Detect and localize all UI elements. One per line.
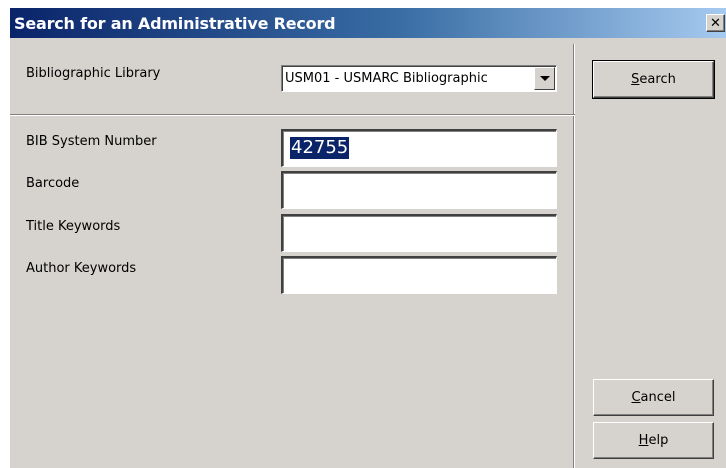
bib-system-number-input[interactable]: 42755	[281, 129, 557, 167]
search-button-hotkey: S	[631, 72, 640, 87]
chevron-down-icon	[539, 76, 550, 81]
bib-system-number-value: 42755	[290, 137, 350, 159]
window-title: Search for an Administrative Record	[14, 13, 336, 33]
barcode-label: Barcode	[26, 176, 80, 191]
library-select-value: USM01 - USMARC Bibliographic	[285, 71, 488, 86]
library-select[interactable]: USM01 - USMARC Bibliographic	[281, 65, 557, 92]
help-button-hotkey: H	[638, 433, 649, 448]
search-button-label: earch	[639, 72, 676, 87]
help-button[interactable]: Help	[593, 422, 714, 459]
cancel-button-label: ancel	[640, 390, 676, 405]
help-button-label: elp	[648, 433, 669, 448]
cancel-button-hotkey: C	[631, 390, 641, 405]
close-icon: ✕	[710, 15, 721, 31]
bib-system-number-label: BIB System Number	[26, 134, 157, 149]
library-label: Bibliographic Library	[26, 66, 161, 81]
title-keywords-label: Title Keywords	[26, 219, 121, 234]
library-dropdown-button[interactable]	[534, 67, 555, 90]
author-keywords-input[interactable]	[281, 256, 557, 294]
barcode-input[interactable]	[281, 171, 557, 209]
search-button[interactable]: Search	[592, 60, 715, 99]
vertical-divider	[573, 44, 575, 468]
author-keywords-label: Author Keywords	[26, 261, 137, 276]
close-button[interactable]: ✕	[706, 14, 725, 32]
title-bar: Search for an Administrative Record ✕	[10, 8, 726, 38]
horizontal-divider	[10, 114, 575, 116]
title-keywords-input[interactable]	[281, 214, 557, 252]
cancel-button[interactable]: Cancel	[593, 379, 714, 416]
search-admin-record-dialog: Search for an Administrative Record ✕ Bi…	[10, 8, 726, 468]
